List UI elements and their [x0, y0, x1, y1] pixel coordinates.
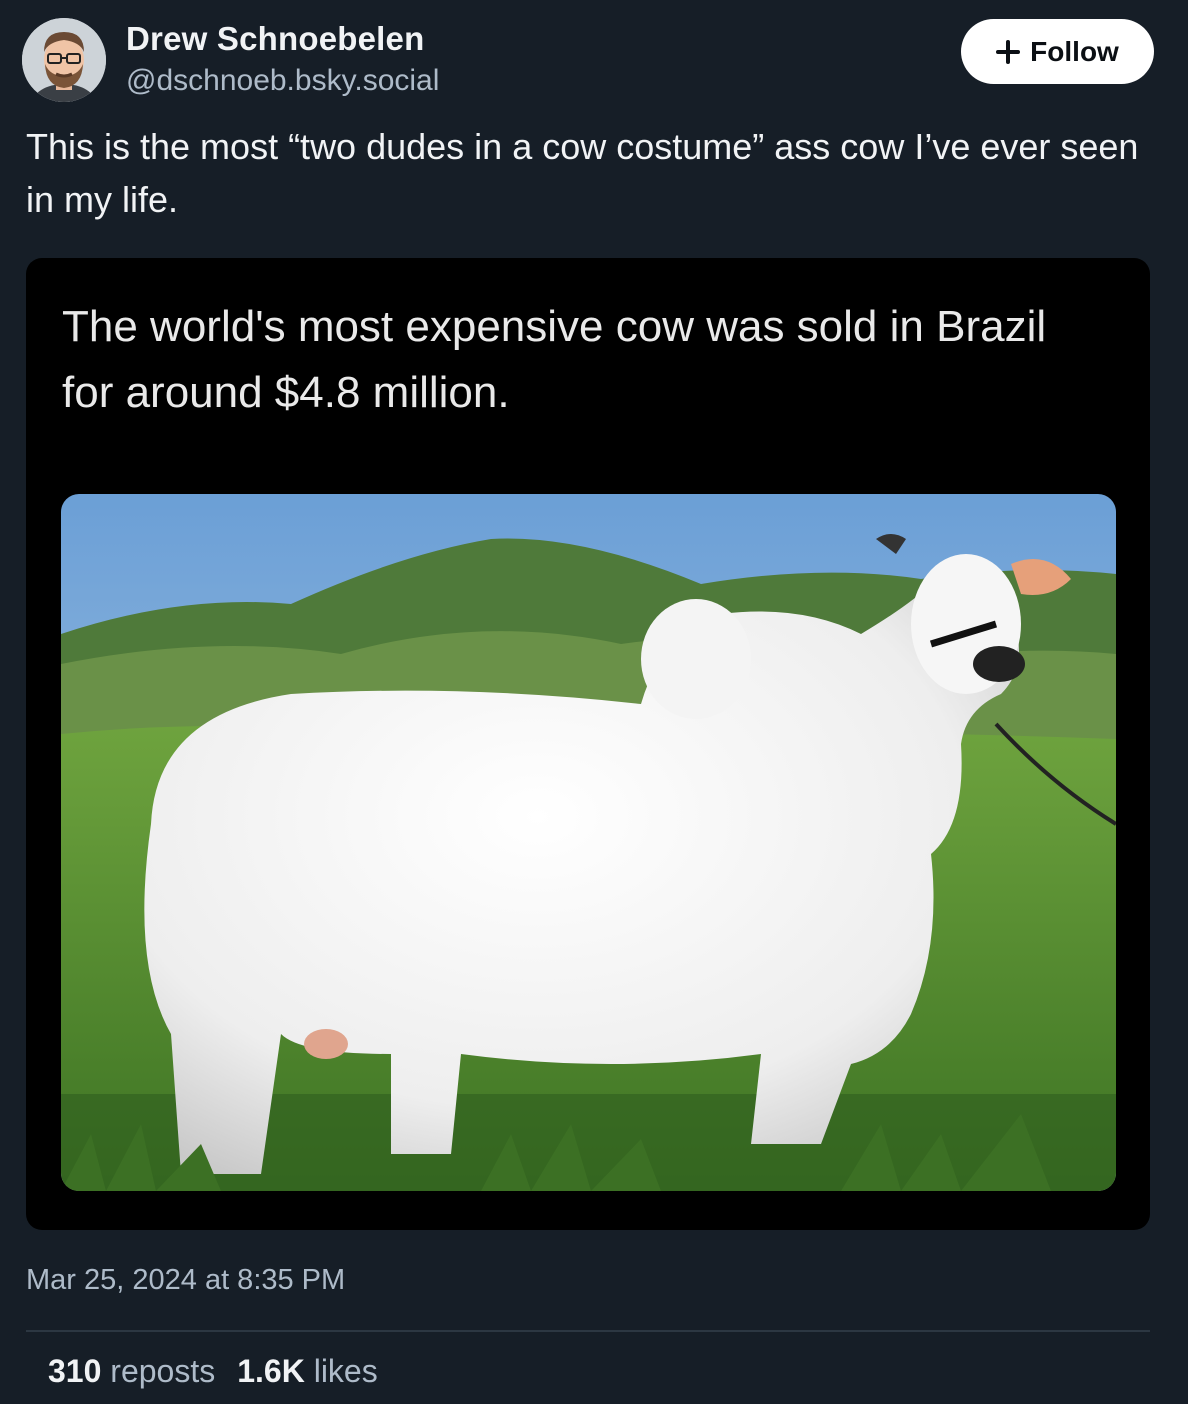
divider: [26, 1330, 1150, 1332]
reposts-stat[interactable]: 310 reposts: [48, 1353, 215, 1390]
reposts-label: reposts: [110, 1353, 216, 1389]
post-stats: 310 reposts 1.6K likes: [48, 1353, 378, 1390]
likes-count: 1.6K: [237, 1353, 305, 1389]
avatar-illustration: [22, 18, 106, 102]
plus-icon: [996, 39, 1021, 64]
embed-caption: The world's most expensive cow was sold …: [62, 302, 1047, 417]
author-display-name[interactable]: Drew Schnoebelen: [126, 20, 424, 58]
follow-button-label: Follow: [1030, 35, 1119, 67]
embedded-image[interactable]: The world's most expensive cow was sold …: [26, 258, 1150, 1230]
post-card: Drew Schnoebelen @dschnoeb.bsky.social F…: [0, 0, 1188, 1404]
post-timestamp[interactable]: Mar 25, 2024 at 8:35 PM: [26, 1264, 345, 1297]
author-handle[interactable]: @dschnoeb.bsky.social: [126, 64, 439, 98]
follow-button[interactable]: Follow: [961, 19, 1154, 84]
likes-label: likes: [313, 1353, 378, 1389]
cow-photo: [61, 494, 1116, 1191]
author-avatar[interactable]: [22, 18, 106, 102]
reposts-count: 310: [48, 1353, 102, 1389]
likes-stat[interactable]: 1.6K likes: [237, 1353, 378, 1390]
post-text: This is the most “two dudes in a cow cos…: [26, 126, 1139, 220]
cow-photo-illustration: [61, 494, 1116, 1191]
